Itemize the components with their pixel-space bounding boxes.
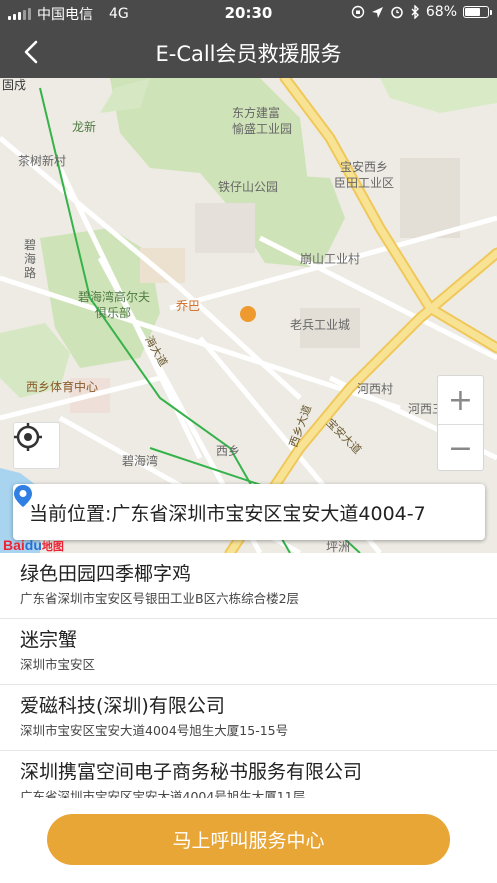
status-bar: 中国电信 4G 20:30 68% [0,0,497,26]
list-item[interactable]: 迷宗蟹 深圳市宝安区 [0,619,497,685]
place-name: 迷宗蟹 [20,629,78,651]
place-name: 深圳携富空间电子商务秘书服务有限公司 [20,761,363,783]
current-location-text: 当前位置:广东省深圳市宝安区宝安大道4004-7 [29,502,426,525]
alarm-icon [391,6,403,19]
place-address: 广东省深圳市宝安区宝安大道4004号旭生大厦11层 [20,789,306,798]
building-block [195,203,255,253]
map-label: 西乡体育中心 [26,380,99,394]
call-service-center-button[interactable]: 马上呼叫服务中心 [47,814,450,865]
baidu-map-logo: Baidu地图 [3,537,64,553]
park-area [380,78,497,113]
map-label: 碧海湾高尔夫 [78,290,151,304]
location-arrow-icon [371,6,383,18]
place-address: 广东省深圳市宝安区号银田工业B区六栋综合楼2层 [20,591,300,606]
list-item[interactable]: 深圳携富空间电子商务秘书服务有限公司 广东省深圳市宝安区宝安大道4004号旭生大… [0,751,497,798]
map-label: 茶树新村 [18,154,67,168]
map-label: 乔巴 [176,299,201,313]
battery-icon [463,6,492,18]
place-address: 深圳市宝安区 [20,657,96,672]
locate-me-button[interactable] [13,422,60,469]
map-label: 固戍 [2,78,27,92]
nearby-places-list: 绿色田园四季椰字鸡 广东省深圳市宝安区号银田工业B区六栋综合楼2层 迷宗蟹 深圳… [0,553,497,798]
place-name: 爱磁科技(深圳)有限公司 [20,695,225,717]
map-label: 崩山工业村 [300,252,361,266]
building-block [400,158,460,238]
orientation-lock-icon [351,5,365,19]
map-view[interactable]: 固戍 龙新 茶树新村 东方建富 愉盛工业园 宝安西乡 臣田工业区 铁仔山公园 碧… [0,78,497,553]
map-label: 路 [24,266,37,280]
page-title: E-Call会员救援服务 [155,42,342,66]
crosshair-icon [14,423,42,451]
map-label: 臣田工业区 [334,176,395,190]
map-label: 龙新 [72,120,97,134]
zoom-out-button[interactable]: − [438,424,483,472]
place-name: 绿色田园四季椰字鸡 [20,563,192,585]
map-label: 宝安西乡 [340,160,389,174]
map-label: 老兵工业城 [290,318,351,332]
place-address: 深圳市宝安区宝安大道4004号旭生大厦15-15号 [20,723,289,738]
navigation-bar: E-Call会员救援服务 [0,26,497,78]
map-label: 西乡 [216,444,241,458]
map-label: 河西村 [357,382,394,396]
map-label: 坪洲 [326,540,351,553]
map-canvas [0,78,497,553]
map-label: 东方建富 [232,106,281,120]
battery-percent: 68% [425,4,457,20]
map-label: 碧海湾 [122,454,159,468]
building-block [140,248,185,283]
zoom-in-button[interactable]: + [438,376,483,424]
current-location-marker [240,306,256,322]
current-location-card[interactable]: 当前位置:广东省深圳市宝安区宝安大道4004-7 [13,484,485,540]
zoom-control: + − [437,375,484,471]
location-pin-icon [14,485,32,507]
list-item[interactable]: 爱磁科技(深圳)有限公司 深圳市宝安区宝安大道4004号旭生大厦15-15号 [0,685,497,751]
list-item[interactable]: 绿色田园四季椰字鸡 广东省深圳市宝安区号银田工业B区六栋综合楼2层 [0,553,497,619]
map-label: 愉盛工业园 [232,122,293,136]
map-label: 俱乐部 [95,306,132,320]
bluetooth-icon [411,5,419,19]
bottom-bar: 马上呼叫服务中心 [0,798,497,883]
map-label: 铁仔山公园 [218,180,279,194]
